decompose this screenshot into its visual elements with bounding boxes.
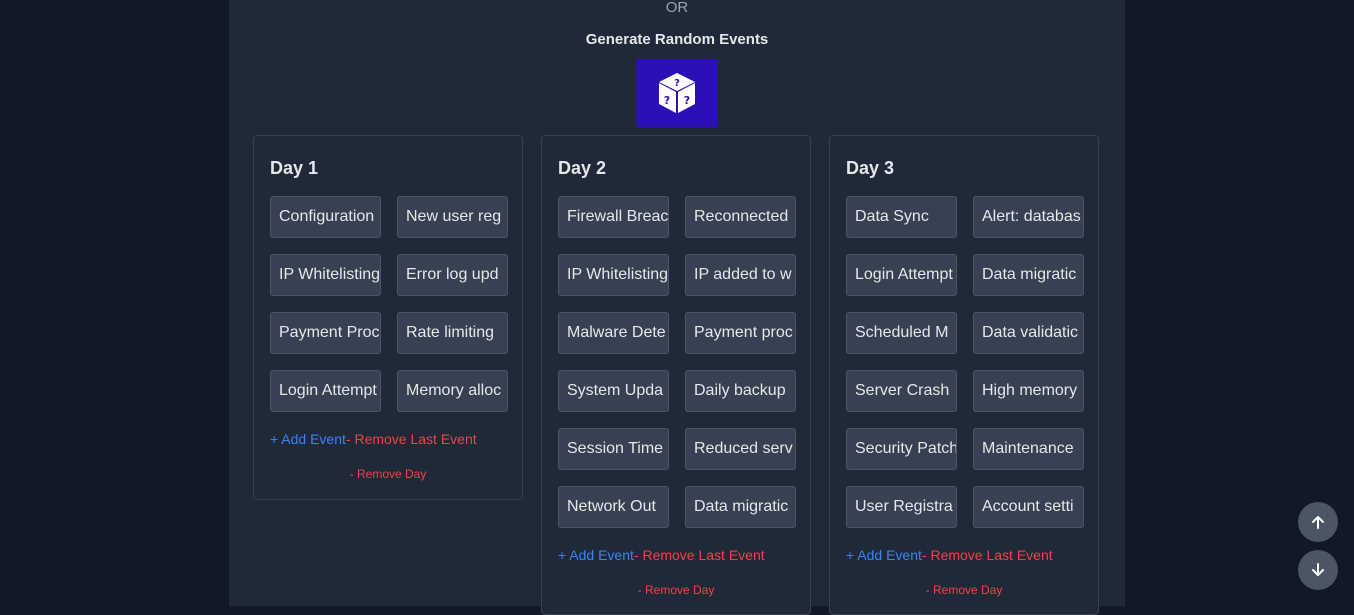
event-item[interactable]: Alert: databas	[973, 196, 1084, 238]
event-item[interactable]: Daily backup	[685, 370, 796, 412]
event-item[interactable]: High memory	[973, 370, 1084, 412]
remove-day-link[interactable]: - Remove Day	[830, 583, 1098, 597]
event-item[interactable]: Data validatic	[973, 312, 1084, 354]
arrow-down-icon	[1312, 563, 1324, 576]
event-item[interactable]: Login Attempt	[270, 370, 381, 412]
day-card-2: Day 2 Firewall Breach Reconnected IP Whi…	[541, 135, 811, 615]
event-item[interactable]: Data migratic	[973, 254, 1084, 296]
event-item[interactable]: Scheduled M	[846, 312, 957, 354]
event-item[interactable]: Data migratic	[685, 486, 796, 528]
add-event-link[interactable]: + Add Event	[846, 547, 922, 563]
event-actions: + Add Event- Remove Last Event	[270, 431, 477, 447]
event-item[interactable]: Reconnected	[685, 196, 796, 238]
svg-text:?: ?	[664, 94, 670, 107]
event-item[interactable]: IP Whitelisting	[270, 254, 381, 296]
or-separator: OR	[665, 0, 689, 16]
event-item[interactable]: Login Attempt	[846, 254, 957, 296]
event-item[interactable]: Rate limiting	[397, 312, 508, 354]
svg-text:?: ?	[684, 94, 690, 107]
day-title: Day 2	[558, 158, 607, 178]
event-item[interactable]: Server Crash	[846, 370, 957, 412]
event-actions: + Add Event- Remove Last Event	[846, 547, 1053, 563]
event-item[interactable]: IP Whitelisting	[558, 254, 669, 296]
event-item[interactable]: IP added to w	[685, 254, 796, 296]
remove-day-link[interactable]: - Remove Day	[542, 583, 810, 597]
event-item[interactable]: Data Sync	[846, 196, 957, 238]
event-item[interactable]: Configuration	[270, 196, 381, 238]
event-item[interactable]: Memory alloc	[397, 370, 508, 412]
remove-day-link[interactable]: - Remove Day	[254, 467, 522, 481]
add-event-link[interactable]: + Add Event	[270, 431, 346, 447]
event-item[interactable]: System Upda	[558, 370, 669, 412]
day-card-1: Day 1 Configuration New user reg IP Whit…	[253, 135, 523, 500]
event-item[interactable]: Network Out	[558, 486, 669, 528]
event-item[interactable]: Firewall Breach	[558, 196, 669, 238]
generate-random-events-button[interactable]: ? ? ?	[636, 59, 718, 127]
scroll-down-button[interactable]	[1298, 550, 1338, 590]
day-title: Day 3	[846, 158, 895, 178]
day-title: Day 1	[270, 158, 319, 178]
event-item[interactable]: Error log upd	[397, 254, 508, 296]
svg-text:?: ?	[674, 78, 680, 89]
event-actions: + Add Event- Remove Last Event	[558, 547, 765, 563]
event-item[interactable]: Payment proc	[685, 312, 796, 354]
day-card-3: Day 3 Data Sync Alert: databas Login Att…	[829, 135, 1099, 615]
add-event-link[interactable]: + Add Event	[558, 547, 634, 563]
dice-question-icon: ? ? ?	[659, 73, 695, 113]
event-item[interactable]: Maintenance	[973, 428, 1084, 470]
event-item[interactable]: New user reg	[397, 196, 508, 238]
event-item[interactable]: Security Patch	[846, 428, 957, 470]
arrow-up-icon	[1312, 516, 1324, 529]
remove-last-event-link[interactable]: - Remove Last Event	[346, 431, 477, 447]
scroll-up-button[interactable]	[1298, 502, 1338, 542]
remove-last-event-link[interactable]: - Remove Last Event	[922, 547, 1053, 563]
event-item[interactable]: Payment Proc	[270, 312, 381, 354]
event-item[interactable]: Account setti	[973, 486, 1084, 528]
event-item[interactable]: Malware Dete	[558, 312, 669, 354]
event-item[interactable]: User Registra	[846, 486, 957, 528]
event-item[interactable]: Reduced serv	[685, 428, 796, 470]
remove-last-event-link[interactable]: - Remove Last Event	[634, 547, 765, 563]
generate-random-events-title: Generate Random Events	[585, 31, 769, 48]
event-item[interactable]: Session Time	[558, 428, 669, 470]
